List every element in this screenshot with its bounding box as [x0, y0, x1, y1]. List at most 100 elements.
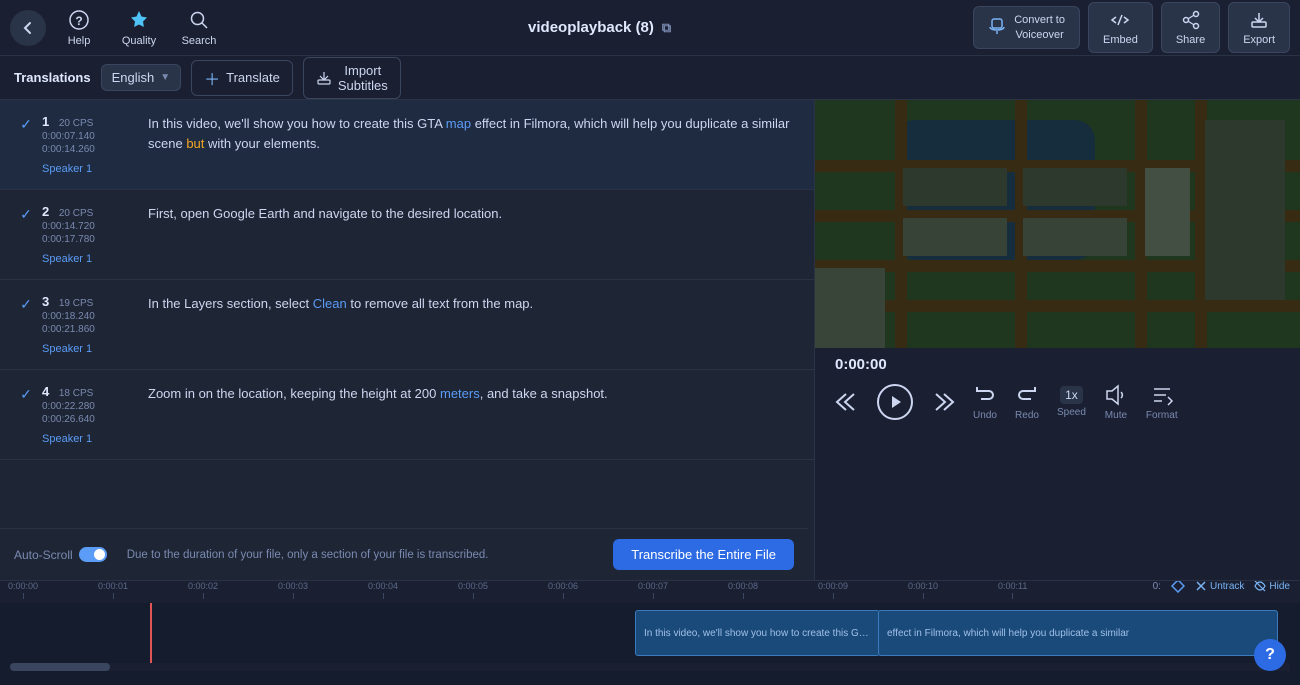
share-icon: [1180, 9, 1202, 31]
search-button[interactable]: Search: [172, 5, 226, 51]
highlight-but: but: [186, 136, 204, 151]
subtitle-text-3[interactable]: In the Layers section, select Clean to r…: [148, 294, 800, 314]
untrack-label: Untrack: [1210, 581, 1244, 592]
search-icon: [187, 8, 211, 32]
timeline-clip-1[interactable]: In this video, we'll show you how to cre…: [635, 610, 880, 656]
subtitle-text-2[interactable]: First, open Google Earth and navigate to…: [148, 204, 800, 224]
speed-value: 1x: [1060, 386, 1083, 404]
embed-button[interactable]: Embed: [1088, 2, 1153, 53]
main-content: ✓ 1 20 CPS 0:00:07.140 0:00:14.260 Speak…: [0, 100, 1300, 580]
hide-icon: [1254, 580, 1266, 592]
num-time-col-3: 3 19 CPS 0:00:18.240 0:00:21.860 Speaker…: [38, 294, 148, 355]
transcribe-notice: Due to the duration of your file, only a…: [127, 549, 594, 561]
quality-button[interactable]: Quality: [112, 5, 166, 51]
quality-icon: [127, 8, 151, 32]
topbar: ? Help Quality Search videoplayback (8) …: [0, 0, 1300, 56]
plus-icon: ＋: [204, 66, 220, 90]
time-start-2: 0:00:14.720: [42, 221, 148, 232]
tick-0: 0:00:00: [8, 581, 38, 599]
time-end-2: 0:00:17.780: [42, 234, 148, 245]
speed-button[interactable]: 1x Speed: [1057, 386, 1086, 418]
import-label: ImportSubtitles: [338, 63, 388, 93]
clip2-text: effect in Filmora, which will help you d…: [887, 628, 1129, 639]
cps-badge-1: 20 CPS: [59, 118, 93, 129]
external-link-icon[interactable]: ⧉: [662, 20, 671, 36]
time-end-4: 0:00:26.640: [42, 414, 148, 425]
hide-label: Hide: [1269, 581, 1290, 592]
speaker-tag-3[interactable]: Speaker 1: [42, 343, 148, 355]
rewind-icon: [835, 390, 859, 414]
tick-7: 0:00:07: [638, 581, 668, 599]
transcribe-entire-file-button[interactable]: Transcribe the Entire File: [613, 539, 794, 570]
format-button[interactable]: Format: [1146, 383, 1178, 421]
convert-voiceover-button[interactable]: Convert toVoiceover: [973, 6, 1080, 49]
auto-scroll-label: Auto-Scroll: [14, 548, 73, 562]
timeline-scrollbar[interactable]: [10, 663, 1290, 671]
timeline-ticks-container: 0:00:00 0:00:01 0:00:02 0:00:03 0:00:04 …: [0, 580, 1300, 599]
check-mark-2: ✓: [20, 206, 32, 223]
highlight-meters: meters: [440, 386, 480, 401]
chevron-down-icon: ▼: [160, 72, 170, 83]
hide-button[interactable]: Hide: [1254, 580, 1290, 592]
auto-scroll-toggle[interactable]: [79, 547, 107, 562]
export-label: Export: [1243, 34, 1275, 46]
redo-button[interactable]: Redo: [1015, 383, 1039, 421]
back-button[interactable]: [10, 10, 46, 46]
import-subtitles-button[interactable]: ImportSubtitles: [303, 57, 401, 99]
num-time-col-1: 1 20 CPS 0:00:07.140 0:00:14.260 Speaker…: [38, 114, 148, 175]
cps-badge-2: 20 CPS: [59, 208, 93, 219]
subtitle-item-2: ✓ 2 20 CPS 0:00:14.720 0:00:17.780 Speak…: [0, 190, 814, 280]
cps-badge-4: 18 CPS: [59, 388, 93, 399]
check-col-2: ✓: [14, 204, 38, 223]
map-overlay: [815, 100, 1300, 348]
player-controls: Undo Redo 1x Speed Mute: [815, 379, 1300, 425]
language-selector[interactable]: English ▼: [101, 64, 182, 91]
tick-1: 0:00:01: [98, 581, 128, 599]
mute-icon: [1104, 383, 1128, 407]
check-mark-4: ✓: [20, 386, 32, 403]
timeline-clip-2[interactable]: effect in Filmora, which will help you d…: [878, 610, 1278, 656]
share-button[interactable]: Share: [1161, 2, 1220, 53]
undo-button[interactable]: Undo: [973, 383, 997, 421]
video-time: 0:00:00: [815, 348, 1300, 379]
speaker-tag-1[interactable]: Speaker 1: [42, 163, 148, 175]
timeline-ruler: 0:00:00 0:00:01 0:00:02 0:00:03 0:00:04 …: [0, 581, 1300, 603]
help-button[interactable]: ? Help: [52, 5, 106, 51]
undo-icon: [973, 383, 997, 407]
untrack-button[interactable]: Untrack: [1195, 580, 1244, 592]
forward-button[interactable]: [931, 390, 955, 414]
check-col-4: ✓: [14, 384, 38, 403]
mute-button[interactable]: Mute: [1104, 383, 1128, 421]
help-label: Help: [68, 35, 91, 47]
speaker-tag-4[interactable]: Speaker 1: [42, 433, 148, 445]
time-start-3: 0:00:18.240: [42, 311, 148, 322]
convert-label: Convert toVoiceover: [1014, 13, 1065, 42]
highlight-map: map: [446, 116, 471, 131]
timeline-diamond-icon: [1171, 580, 1185, 593]
subtitle-toolbar: Translations English ▼ ＋ Translate Impor…: [0, 56, 1300, 100]
help-circle-button[interactable]: ?: [1254, 639, 1286, 671]
timeline-cursor[interactable]: [150, 603, 152, 663]
timeline-track: In this video, we'll show you how to cre…: [0, 603, 1300, 663]
subtitle-text-1[interactable]: In this video, we'll show you how to cre…: [148, 114, 800, 153]
export-button[interactable]: Export: [1228, 2, 1290, 53]
speaker-tag-2[interactable]: Speaker 1: [42, 253, 148, 265]
transcribe-left: Auto-Scroll: [14, 547, 107, 562]
help-icon: ?: [67, 8, 91, 32]
play-button[interactable]: [877, 384, 913, 420]
cps-badge-3: 19 CPS: [59, 298, 93, 309]
translations-label: Translations: [14, 70, 91, 85]
num-time-col-4: 4 18 CPS 0:00:22.280 0:00:26.640 Speaker…: [38, 384, 148, 445]
undo-label: Undo: [973, 410, 997, 421]
item-number-3: 3: [42, 294, 49, 309]
auto-scroll-row: Auto-Scroll: [14, 547, 107, 562]
translate-button[interactable]: ＋ Translate: [191, 60, 293, 96]
subtitle-text-4[interactable]: Zoom in on the location, keeping the hei…: [148, 384, 800, 404]
search-label: Search: [182, 35, 217, 47]
timeline-scroll-thumb[interactable]: [10, 663, 110, 671]
time-start-1: 0:00:07.140: [42, 131, 148, 142]
rewind-button[interactable]: [835, 390, 859, 414]
tick-8: 0:00:08: [728, 581, 758, 599]
format-icon: [1150, 383, 1174, 407]
export-icon: [1248, 9, 1270, 31]
